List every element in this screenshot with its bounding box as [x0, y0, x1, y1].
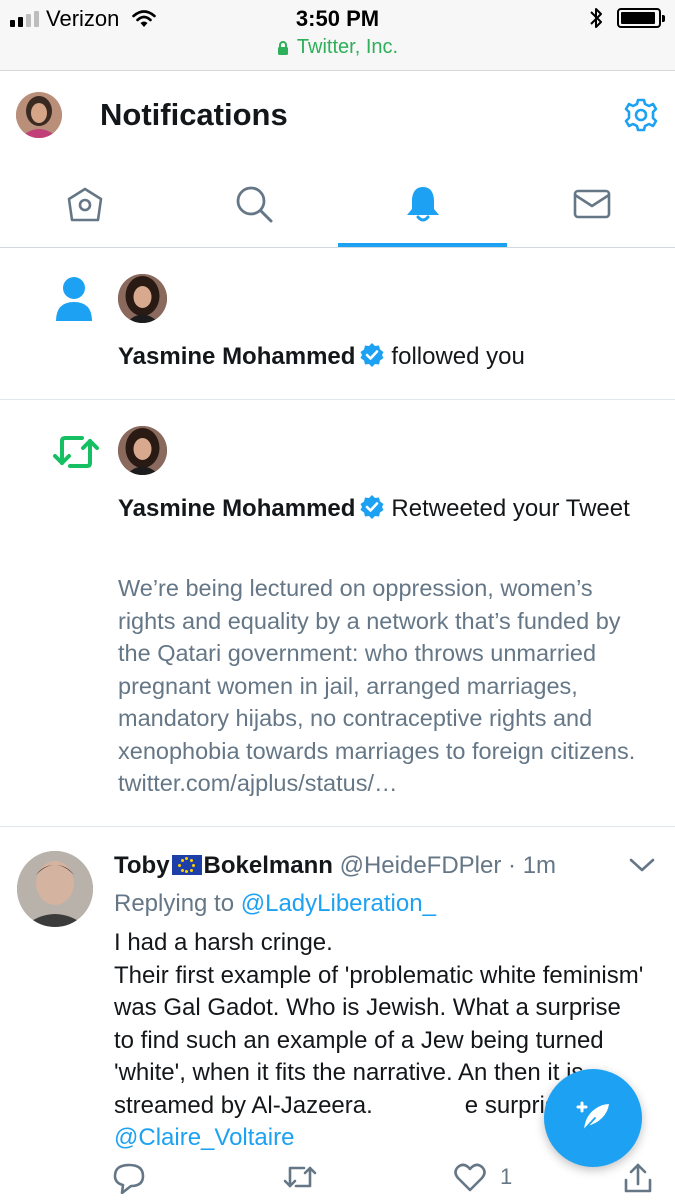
replying-label: Replying to [114, 890, 235, 917]
reply-icon [113, 1163, 145, 1194]
profile-avatar[interactable] [16, 92, 62, 138]
gear-icon[interactable] [623, 97, 659, 133]
tweet-author-avatar[interactable] [17, 851, 93, 927]
like-button[interactable]: 1 [454, 1162, 512, 1192]
replying-to: Replying to @LadyLiberation_ [114, 887, 436, 921]
tab-notifications[interactable] [338, 161, 507, 247]
retweeted-tweet-text[interactable]: We’re being lectured on oppression, wome… [118, 572, 651, 800]
notification-action: Retweeted your Tweet [391, 495, 630, 522]
notification-action: followed you [391, 343, 525, 370]
user-name[interactable]: Yasmine Mohammed [118, 343, 355, 370]
bluetooth-icon [590, 8, 602, 28]
eu-flag-icon [171, 855, 202, 875]
tweet-time[interactable]: 1m [523, 852, 556, 879]
mention-link[interactable]: @Claire_Voltaire [114, 1124, 294, 1151]
tweet-actions: 1 [112, 1162, 655, 1202]
tweet-header: Toby Bokelmann @HeideFDPler · 1m [114, 849, 556, 883]
follow-person-icon [56, 277, 92, 321]
search-icon [236, 186, 272, 223]
share-button[interactable] [623, 1162, 653, 1194]
site-url[interactable]: Twitter, Inc. [0, 36, 675, 59]
tab-messages[interactable] [507, 161, 675, 247]
retweet-icon [53, 436, 99, 468]
user-name[interactable]: Yasmine Mohammed [118, 495, 355, 522]
separator: · [508, 852, 517, 879]
follower-avatar[interactable] [118, 274, 167, 323]
notification-retweet[interactable]: Yasmine Mohammed Retweeted your Tweet We… [0, 400, 675, 827]
battery-icon [617, 8, 665, 28]
battery-level [621, 12, 656, 24]
retweet-button[interactable] [282, 1162, 318, 1192]
lock-icon [277, 40, 288, 55]
page-title: Notifications [100, 97, 288, 132]
clock: 3:50 PM [295, 6, 380, 31]
notification-text: Yasmine Mohammed Retweeted your Tweet [118, 493, 655, 525]
mail-icon [573, 189, 610, 219]
status-bar: Verizon 3:50 PM Twitter, Inc. [0, 0, 675, 71]
verified-badge-icon [360, 495, 384, 519]
author-first-name[interactable]: Toby [114, 852, 170, 879]
share-icon [624, 1163, 652, 1193]
chevron-down-icon[interactable] [629, 857, 655, 873]
bell-icon [406, 187, 439, 222]
tab-home[interactable] [0, 161, 169, 247]
tab-bar [0, 161, 675, 248]
home-icon [67, 187, 102, 222]
reply-button[interactable] [112, 1162, 146, 1194]
tweet-text-hidden-tail: e [464, 1091, 479, 1119]
like-count: 1 [500, 1164, 513, 1189]
author-last-name[interactable]: Bokelmann [204, 852, 333, 879]
profile-avatar-image [16, 92, 62, 138]
tweet-author-avatar-image [17, 851, 93, 927]
follower-avatar-image [118, 274, 167, 323]
url-text: Twitter, Inc. [296, 36, 399, 58]
retweeter-avatar-image [118, 426, 167, 475]
retweeter-avatar[interactable] [118, 426, 167, 475]
heart-icon [454, 1163, 486, 1192]
compose-quill-icon [576, 1101, 609, 1132]
author-handle[interactable]: @HeideFDPler [340, 852, 502, 879]
retweet-action-icon [283, 1166, 317, 1188]
tab-search[interactable] [169, 161, 338, 247]
app-header: Notifications [0, 71, 675, 161]
status-right [589, 6, 665, 30]
compose-tweet-button[interactable] [544, 1069, 642, 1167]
verified-badge-icon [360, 343, 384, 367]
reply-mention-link[interactable]: @LadyLiberation_ [241, 890, 436, 917]
notification-follow[interactable]: Yasmine Mohammed followed you [0, 248, 675, 400]
notification-text: Yasmine Mohammed followed you [118, 341, 655, 373]
